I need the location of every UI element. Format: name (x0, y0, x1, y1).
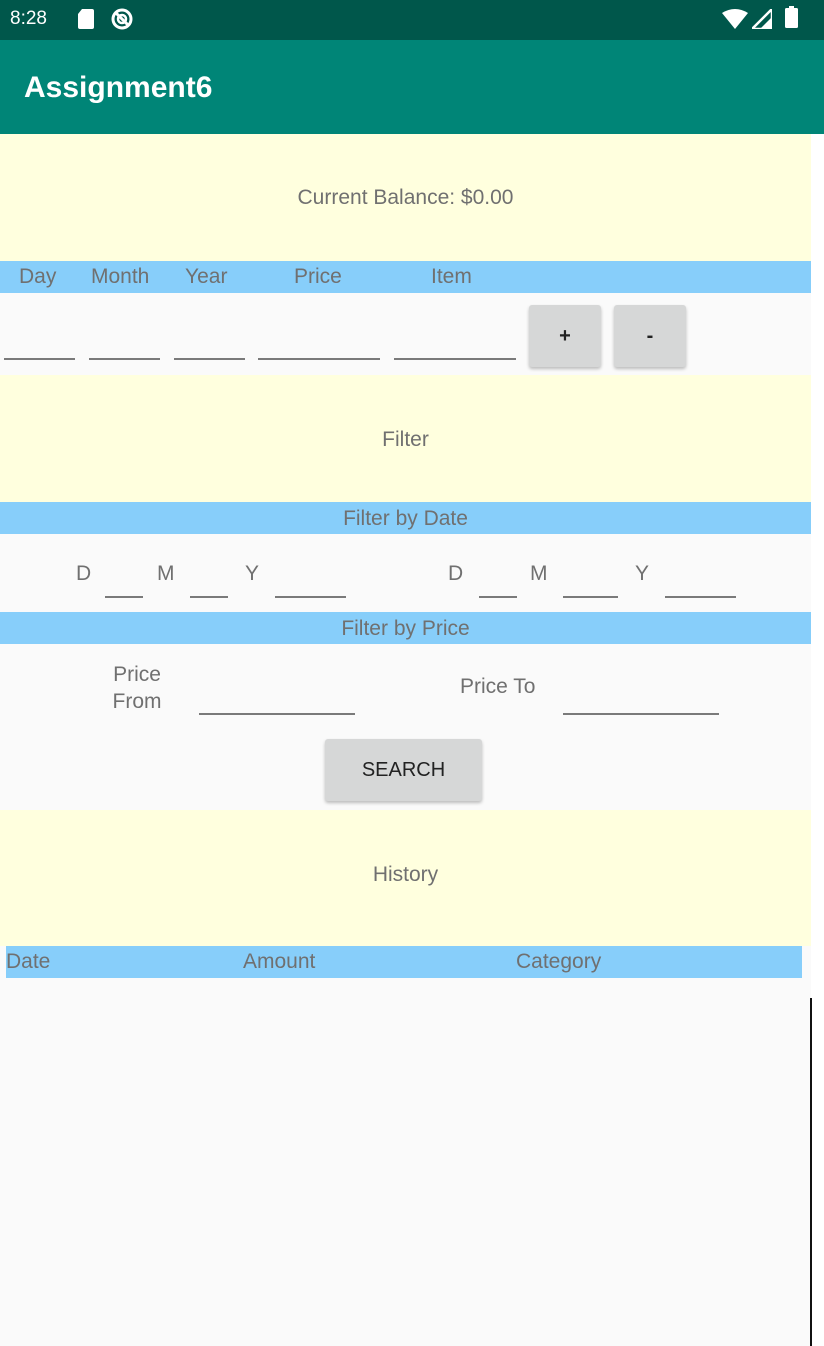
battery-icon (785, 6, 798, 28)
entry-header-year: Year (185, 265, 228, 288)
price-from-label-line2: From (112, 690, 162, 713)
history-list[interactable] (0, 978, 811, 1346)
filter-title: Filter (382, 428, 429, 451)
status-time: 8:28 (10, 8, 47, 29)
filter-by-price-band: Filter by Price (0, 612, 811, 644)
filter-by-price-label: Filter by Price (341, 617, 470, 640)
search-button[interactable]: SEARCH (325, 739, 482, 801)
app-title: Assignment6 (24, 71, 213, 104)
history-section: History (0, 810, 811, 946)
history-header-amount: Amount (243, 950, 316, 973)
sync-icon (111, 8, 133, 30)
entry-header-price: Price (294, 265, 342, 288)
to-year-label: Y (635, 562, 650, 585)
to-month-input[interactable] (563, 596, 618, 598)
filter-section: Filter (0, 375, 811, 502)
current-balance-text: Current Balance: $0.00 (297, 186, 514, 209)
from-day-input[interactable] (105, 596, 143, 598)
day-input[interactable] (4, 358, 75, 360)
status-bar-edge (811, 0, 824, 40)
to-year-input[interactable] (665, 596, 736, 598)
app-bar: Assignment6 (0, 40, 811, 134)
add-button[interactable]: + (529, 305, 601, 367)
from-year-input[interactable] (275, 596, 346, 598)
app-screen: 8:28 Assignment6 Current Balance: $0.00 … (0, 0, 811, 1346)
window-edge (810, 998, 812, 1346)
from-day-label: D (76, 562, 92, 585)
filter-by-date-label: Filter by Date (343, 507, 468, 530)
app-bar-edge (811, 40, 824, 134)
from-month-label: M (157, 562, 175, 585)
history-header-date: Date (6, 950, 51, 973)
filter-by-date-band: Filter by Date (0, 502, 811, 534)
history-title: History (372, 863, 439, 886)
status-bar: 8:28 (0, 0, 811, 40)
to-day-input[interactable] (479, 596, 517, 598)
wifi-icon (722, 9, 748, 29)
to-month-label: M (530, 562, 548, 585)
history-header: Date Amount Category (6, 946, 802, 978)
to-day-label: D (448, 562, 464, 585)
sd-card-icon (78, 9, 94, 29)
price-from-label-line1: Price (113, 663, 161, 686)
month-input[interactable] (89, 358, 160, 360)
item-input[interactable] (394, 358, 516, 360)
from-month-input[interactable] (190, 596, 228, 598)
entry-header: Day Month Year Price Item (0, 261, 811, 293)
price-from-label: Price From (87, 661, 187, 715)
price-input[interactable] (258, 358, 380, 360)
entry-header-item: Item (431, 265, 472, 288)
price-from-input[interactable] (199, 713, 355, 715)
year-input[interactable] (174, 358, 245, 360)
from-year-label: Y (245, 562, 260, 585)
signal-icon (752, 9, 772, 29)
balance-section: Current Balance: $0.00 (0, 134, 811, 261)
entry-header-month: Month (91, 265, 150, 288)
remove-button[interactable]: - (614, 305, 686, 367)
price-to-input[interactable] (563, 713, 719, 715)
entry-header-day: Day (19, 265, 57, 288)
history-header-category: Category (516, 950, 602, 973)
price-to-label: Price To (460, 675, 536, 698)
